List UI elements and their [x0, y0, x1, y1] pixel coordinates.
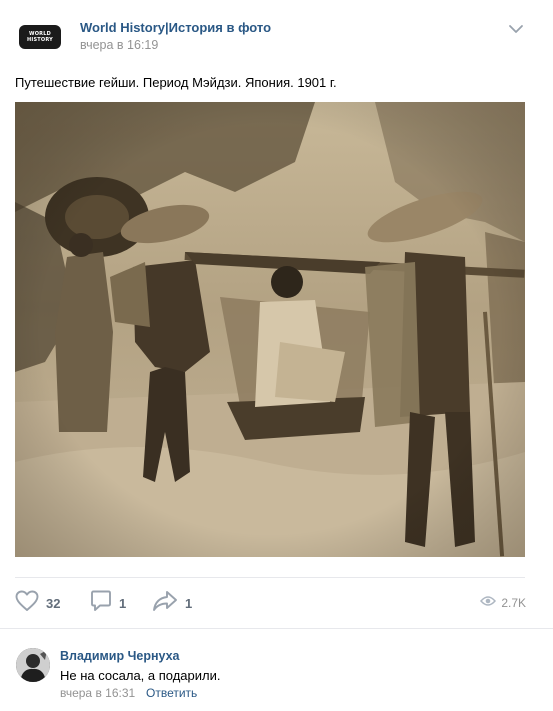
comment-time[interactable]: вчера в 16:31	[60, 686, 135, 700]
eye-icon	[480, 594, 497, 612]
group-name-link[interactable]: World History|История в фото	[80, 20, 271, 35]
reply-link[interactable]: Ответить	[146, 686, 197, 700]
comment-count: 1	[119, 595, 127, 611]
commenter-avatar[interactable]	[16, 648, 50, 682]
more-chevron-icon[interactable]	[506, 21, 526, 37]
share-icon	[152, 590, 178, 617]
comment-button[interactable]: 1	[90, 583, 126, 623]
comment-text: Не на сосала, а подарили.	[60, 668, 221, 683]
comments-divider	[0, 628, 553, 629]
comment-icon	[90, 590, 112, 617]
post-header: WORLD HISTORY World History|История в фо…	[0, 0, 553, 64]
views-count: 2.7K	[501, 596, 526, 610]
post-actions: 32 1 1 2.7K	[0, 583, 553, 623]
group-avatar[interactable]: WORLD HISTORY	[19, 25, 61, 49]
post-time[interactable]: вчера в 16:19	[80, 38, 158, 52]
heart-icon	[15, 590, 39, 617]
like-count: 32	[46, 595, 61, 611]
like-button[interactable]: 32	[15, 583, 60, 623]
post-photo[interactable]	[15, 102, 525, 557]
share-count: 1	[185, 595, 193, 611]
views-counter: 2.7K	[480, 583, 526, 623]
comment-item: Владимир Чернуха Не на сосала, а подарил…	[0, 640, 553, 711]
share-button[interactable]: 1	[152, 583, 192, 623]
post-text: Путешествие гейши. Период Мэйдзи. Япония…	[15, 75, 337, 90]
comment-author-link[interactable]: Владимир Чернуха	[60, 649, 180, 663]
avatar-line-2: HISTORY	[27, 37, 53, 43]
photo-divider	[15, 577, 525, 578]
